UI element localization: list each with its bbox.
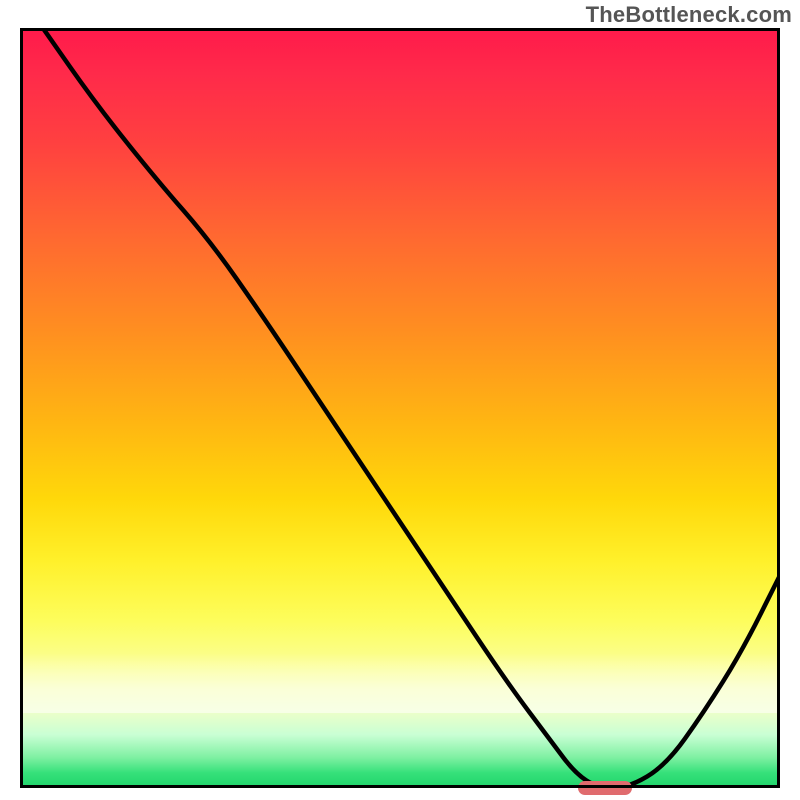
bottleneck-curve	[20, 28, 780, 788]
optimal-marker	[578, 781, 632, 795]
watermark-text: TheBottleneck.com	[586, 2, 792, 28]
plot-area	[20, 28, 780, 788]
chart-container: TheBottleneck.com	[0, 0, 800, 800]
curve-path	[43, 28, 780, 788]
